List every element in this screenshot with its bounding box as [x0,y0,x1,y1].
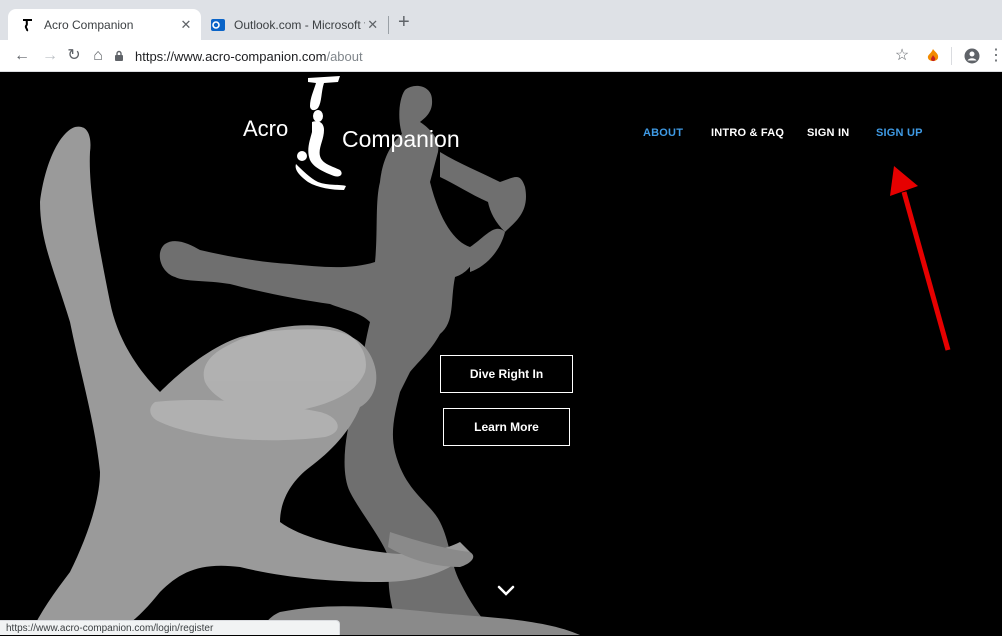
dive-right-in-button[interactable]: Dive Right In [440,355,573,393]
chevron-down-icon[interactable] [496,584,516,598]
annotation-arrow [890,166,951,351]
acrobat-silhouettes-image [30,85,580,635]
forward-arrow-icon[interactable]: → [40,46,60,66]
back-arrow-icon[interactable]: ← [12,46,32,66]
new-tab-icon[interactable]: + [398,12,410,32]
lock-icon [115,50,123,61]
acro-favicon-icon [23,18,32,31]
url-path: /about [326,48,363,64]
nav-intro-faq[interactable]: INTRO & FAQ [711,127,784,139]
tab-title: Acro Companion [44,17,134,32]
outlook-favicon-icon [211,18,225,31]
nav-about[interactable]: ABOUT [643,127,683,139]
profile-icon[interactable] [962,45,982,67]
star-icon[interactable]: ☆ [893,45,911,67]
address-bar[interactable]: https://www.acro-companion.com/about [113,44,923,68]
tab-acro-companion[interactable]: Acro Companion ✕ [8,9,201,40]
logo-companion-text[interactable]: Companion [342,126,460,153]
extension-icon[interactable] [924,45,942,67]
home-icon[interactable]: ⌂ [88,46,108,66]
url-host: https://www.acro-companion.com [135,48,327,64]
toolbar-separator [951,47,952,65]
nav-sign-in[interactable]: SIGN IN [807,127,849,139]
learn-more-button[interactable]: Learn More [443,408,570,446]
menu-icon[interactable]: ⋮ [988,45,1002,67]
tab-separator [388,16,389,34]
acro-logo-icon[interactable] [288,74,348,190]
reload-icon[interactable]: ↻ [64,46,84,66]
tab-title: Outlook.com - Microsoft free p [234,17,365,32]
nav-sign-up[interactable]: SIGN UP [876,127,923,139]
browser-tab-bar: Acro Companion ✕ Outlook.com - Microsoft… [0,0,1002,40]
website-viewport: Acro Companion ABOUT INTRO & FAQ SIGN IN… [0,72,1002,635]
logo-acro-text[interactable]: Acro [243,116,288,142]
close-tab-icon[interactable]: ✕ [365,17,380,33]
browser-toolbar: ← → ↻ ⌂ https://www.acro-companion.com/a… [0,40,1002,72]
status-url-bubble: https://www.acro-companion.com/login/reg… [0,620,340,635]
tab-outlook[interactable]: Outlook.com - Microsoft free p ✕ [206,9,386,40]
close-tab-icon[interactable]: ✕ [177,17,195,33]
